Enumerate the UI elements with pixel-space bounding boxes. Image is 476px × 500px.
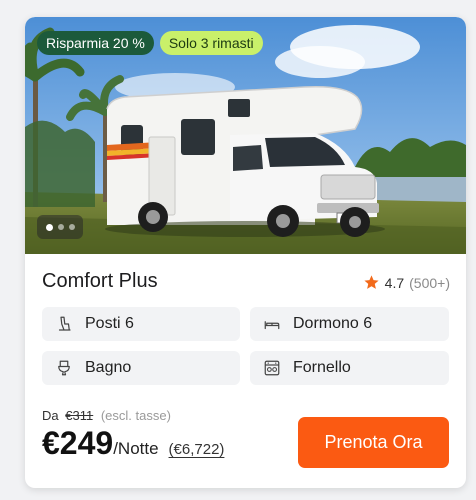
feature-seats-label: Posti 6 — [85, 315, 134, 332]
stock-badge: Solo 3 rimasti — [159, 31, 263, 55]
rating: 4.7 (500+) — [363, 274, 450, 291]
photo-badges: Risparmia 20 % Solo 3 rimasti — [37, 31, 263, 55]
feature-sleeps: Dormono 6 — [250, 307, 449, 341]
total-price-link[interactable]: (€6,722) — [169, 441, 225, 458]
listing-photo[interactable]: Risparmia 20 % Solo 3 rimasti — [25, 17, 466, 254]
old-price: €311 — [65, 408, 94, 423]
price-line: €249 /Notte (€6,722) — [42, 425, 224, 462]
feature-bathroom: Bagno — [42, 351, 240, 385]
feature-bathroom-label: Bagno — [85, 359, 132, 376]
rating-score: 4.7 — [384, 274, 405, 291]
current-price: €249 — [42, 425, 114, 461]
star-icon — [364, 275, 379, 289]
gallery-dot-2[interactable] — [57, 224, 64, 230]
feature-seats: Posti 6 — [42, 307, 240, 341]
gallery-dot-1[interactable] — [45, 223, 53, 231]
discount-badge: Risparmia 20 % — [37, 31, 154, 55]
rating-count: (500+) — [409, 274, 450, 291]
feature-sleeps-label: Dormono 6 — [293, 315, 373, 332]
bed-icon — [264, 321, 280, 330]
price-from-label: Da — [42, 408, 59, 423]
gallery-dot-3[interactable] — [68, 224, 75, 230]
tax-note: (escl. tasse) — [100, 408, 171, 423]
gallery-pagination[interactable] — [37, 215, 83, 239]
price-from-line: Da €311 (escl. tasse) — [42, 408, 171, 423]
listing-title[interactable]: Comfort Plus — [42, 270, 158, 293]
feature-stove-label: Fornello — [293, 359, 351, 376]
listing-card[interactable]: Risparmia 20 % Solo 3 rimasti Comfort Pl… — [25, 17, 466, 488]
feature-stove: Fornello — [250, 351, 449, 385]
seat-icon — [58, 316, 71, 331]
price-unit: /Notte — [113, 439, 159, 458]
stove-icon — [264, 360, 280, 376]
book-now-button[interactable]: Prenota Ora — [298, 417, 449, 468]
toilet-icon — [58, 360, 70, 376]
